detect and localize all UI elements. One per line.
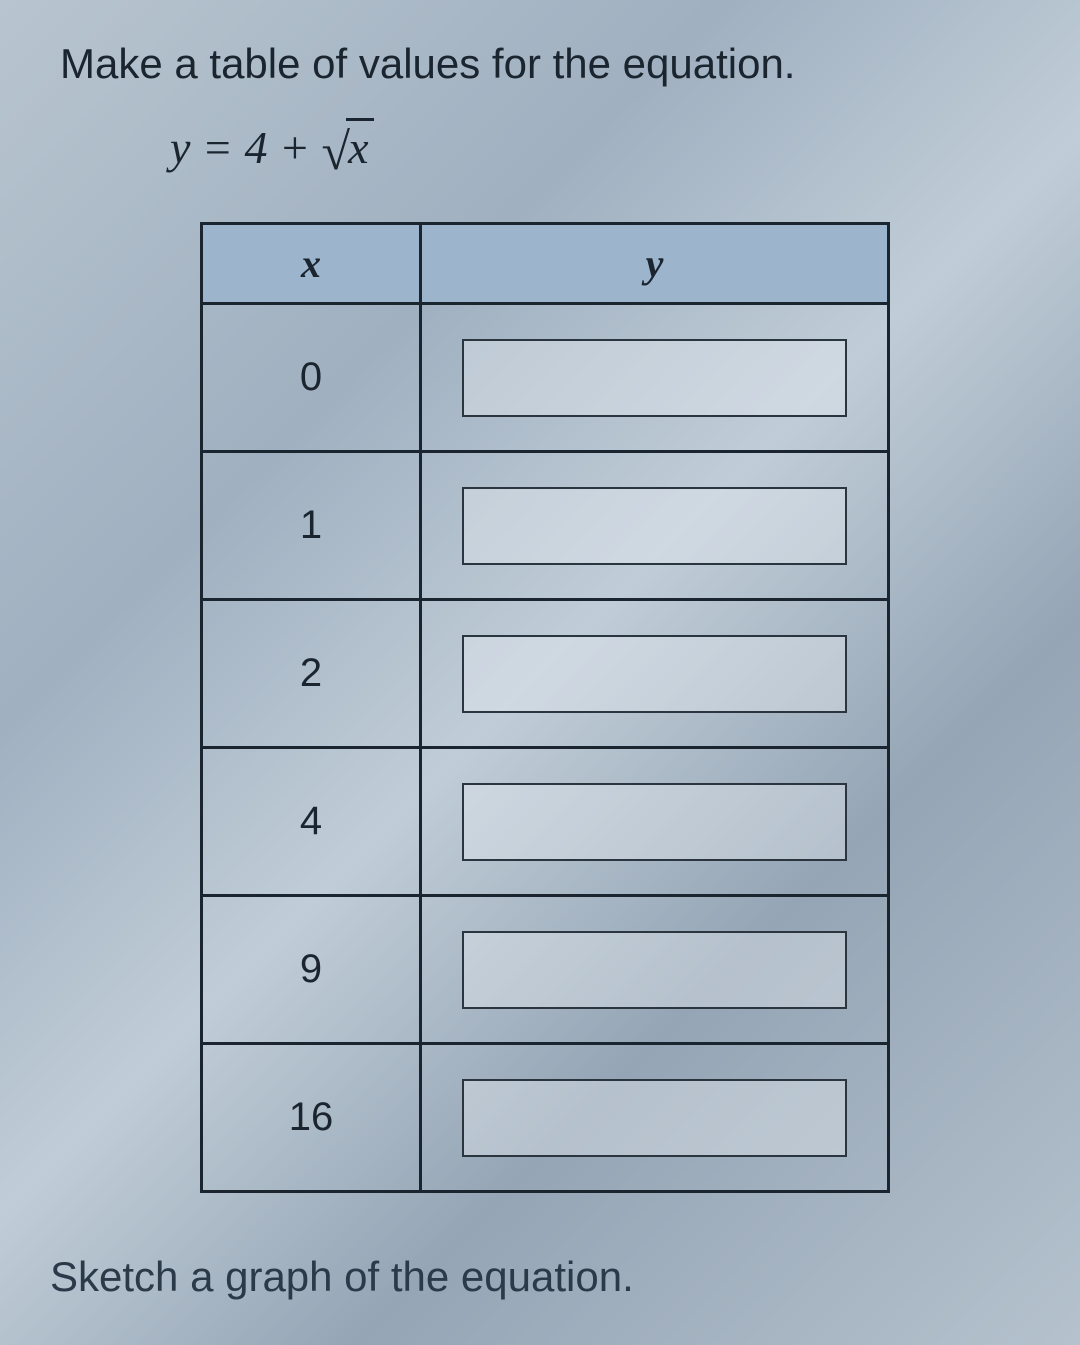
table-row: 1 (202, 452, 889, 600)
table-row: 4 (202, 748, 889, 896)
y-input-3[interactable] (462, 783, 847, 861)
table-row: 0 (202, 304, 889, 452)
y-input-5[interactable] (462, 1079, 847, 1157)
equation-lhs: y (170, 122, 190, 173)
x-value-cell: 2 (202, 600, 421, 748)
instruction-text: Make a table of values for the equation. (60, 40, 1030, 88)
x-value-cell: 1 (202, 452, 421, 600)
table-row: 2 (202, 600, 889, 748)
y-value-cell (421, 452, 889, 600)
equation-plus: + (267, 122, 321, 173)
x-value-cell: 9 (202, 896, 421, 1044)
y-input-4[interactable] (462, 931, 847, 1009)
y-value-cell (421, 896, 889, 1044)
column-header-x: x (202, 224, 421, 304)
footer-instruction-text: Sketch a graph of the equation. (50, 1253, 1030, 1301)
y-value-cell (421, 600, 889, 748)
y-input-1[interactable] (462, 487, 847, 565)
sqrt-expression: √x (322, 118, 375, 182)
x-value-cell: 0 (202, 304, 421, 452)
table-row: 16 (202, 1044, 889, 1192)
sqrt-radicand: x (346, 118, 374, 174)
equation-equals: = (190, 122, 244, 173)
y-input-2[interactable] (462, 635, 847, 713)
table-header-row: x y (202, 224, 889, 304)
column-header-y: y (421, 224, 889, 304)
y-input-0[interactable] (462, 339, 847, 417)
equation-constant: 4 (244, 122, 267, 173)
equation-display: y = 4 + √x (170, 118, 1030, 182)
y-value-cell (421, 748, 889, 896)
y-value-cell (421, 304, 889, 452)
values-table: x y 0 1 2 (200, 222, 890, 1193)
x-value-cell: 16 (202, 1044, 421, 1192)
y-value-cell (421, 1044, 889, 1192)
x-value-cell: 4 (202, 748, 421, 896)
table-row: 9 (202, 896, 889, 1044)
